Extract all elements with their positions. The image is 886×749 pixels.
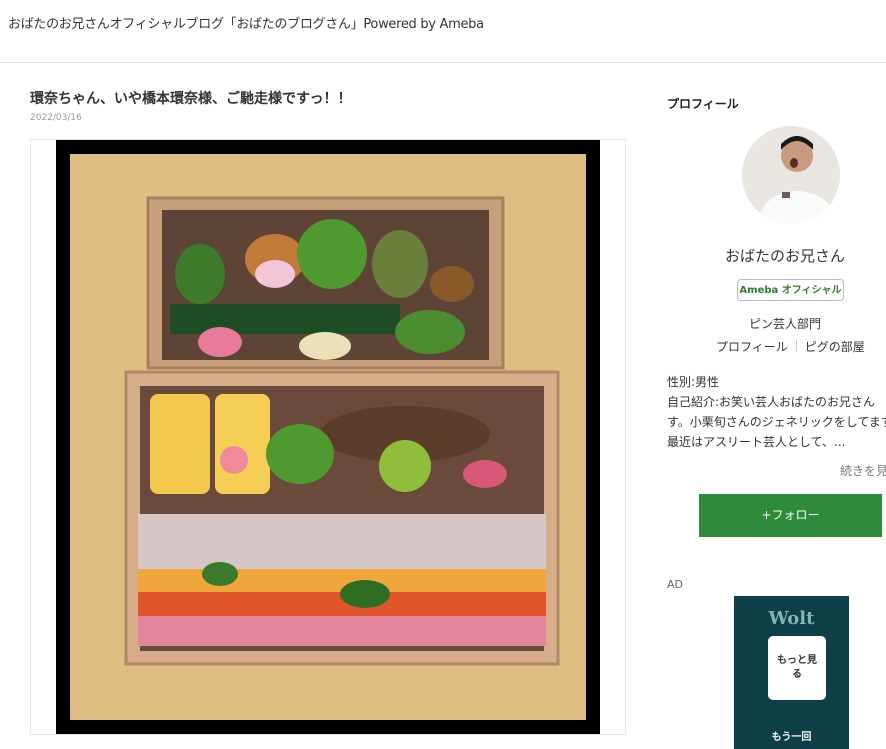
entry-title[interactable]: 環奈ちゃん、いや橋本環奈様、ご馳走様ですっ！！ (30, 88, 351, 108)
profile-heading: プロフィール (667, 97, 739, 111)
genre-category-link[interactable]: ピン芸人部門 (667, 315, 886, 332)
ad-brand-logo: Wolt (768, 608, 815, 629)
bio-line: 性別:男性 (667, 375, 720, 389)
site-header: おばたのお兄さんオフィシャルブログ「おばたのブログさん」Powered by A… (0, 0, 886, 63)
entry-date: 2022/03/16 (30, 113, 82, 123)
ad-sub-label: もう一回 (771, 732, 812, 743)
profile-links: プロフィール ピグの部屋 (716, 338, 865, 355)
avatar-image (742, 126, 840, 224)
ad-label: AD (667, 578, 683, 591)
entry-photo[interactable] (30, 139, 626, 735)
profile-bio: 性別:男性 自己紹介:お笑い芸人おばたのお兄さん す。小栗旬さんのジェネリックを… (667, 372, 886, 452)
profile-link[interactable]: プロフィール (716, 340, 788, 354)
bio-line: 最近はアスリート芸人として、... (667, 435, 846, 449)
follow-button[interactable]: +フォロー (699, 494, 882, 537)
bio-line: す。小栗旬さんのジェネリックをしてます (667, 415, 886, 429)
official-badge[interactable]: Ameba オフィシャル (737, 279, 844, 301)
photo-border (56, 140, 600, 734)
bio-line: 自己紹介:お笑い芸人おばたのお兄さん (667, 395, 876, 409)
link-separator (795, 340, 797, 352)
site-title-link[interactable]: おばたのお兄さんオフィシャルブログ「おばたのブログさん」Powered by A… (8, 13, 484, 32)
read-more-link[interactable]: 続きを見 (840, 462, 886, 479)
pigg-room-link[interactable]: ピグの部屋 (805, 340, 865, 354)
profile-name[interactable]: おばたのお兄さん (667, 245, 886, 266)
bento-image (70, 154, 586, 720)
ad-more-button[interactable]: もっと見る (768, 636, 826, 700)
profile-avatar[interactable] (742, 126, 840, 224)
ad-banner[interactable]: Wolt もっと見る もう一回 (734, 596, 849, 749)
